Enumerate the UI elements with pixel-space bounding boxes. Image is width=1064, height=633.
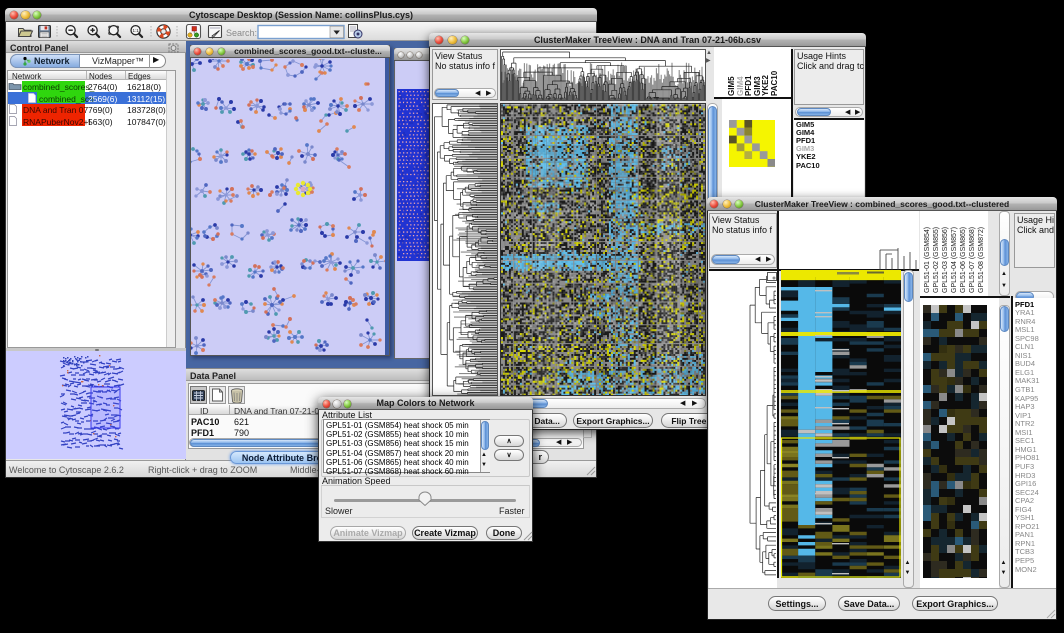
svg-text:1:1: 1:1 — [132, 28, 139, 33]
svg-text:Search:: Search: — [226, 28, 257, 38]
